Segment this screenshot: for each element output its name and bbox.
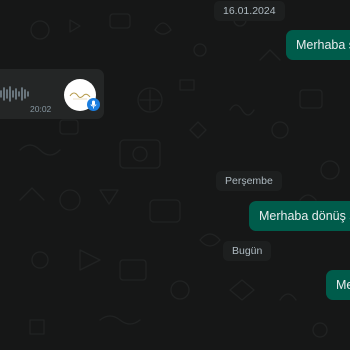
outgoing-message-2[interactable]: Merhaba dönüş sa [249, 201, 350, 231]
microphone-icon [87, 98, 100, 111]
date-chip-label: Perşembe [225, 175, 273, 187]
waveform-icon [0, 86, 29, 102]
message-text: Merhaba sa [296, 38, 350, 52]
date-chip-persembe: Perşembe [216, 171, 282, 191]
date-chip-16-01-2024: 16.01.2024 [214, 1, 285, 21]
date-chip-label: Bugün [232, 245, 263, 257]
outgoing-message-1[interactable]: Merhaba sa [286, 30, 350, 60]
date-chip-label: 16.01.2024 [223, 5, 276, 17]
outgoing-message-3[interactable]: Me [326, 270, 350, 300]
voice-message-time: 20:02 [30, 104, 52, 114]
message-text: Me [336, 278, 350, 292]
date-chip-bugun: Bugün [223, 241, 272, 261]
message-text: Merhaba dönüş sa [259, 209, 350, 223]
incoming-voice-message[interactable]: 20:02 [0, 69, 104, 119]
chat-area[interactable]: 16.01.2024 Merhaba sa 20:02 [0, 0, 350, 350]
